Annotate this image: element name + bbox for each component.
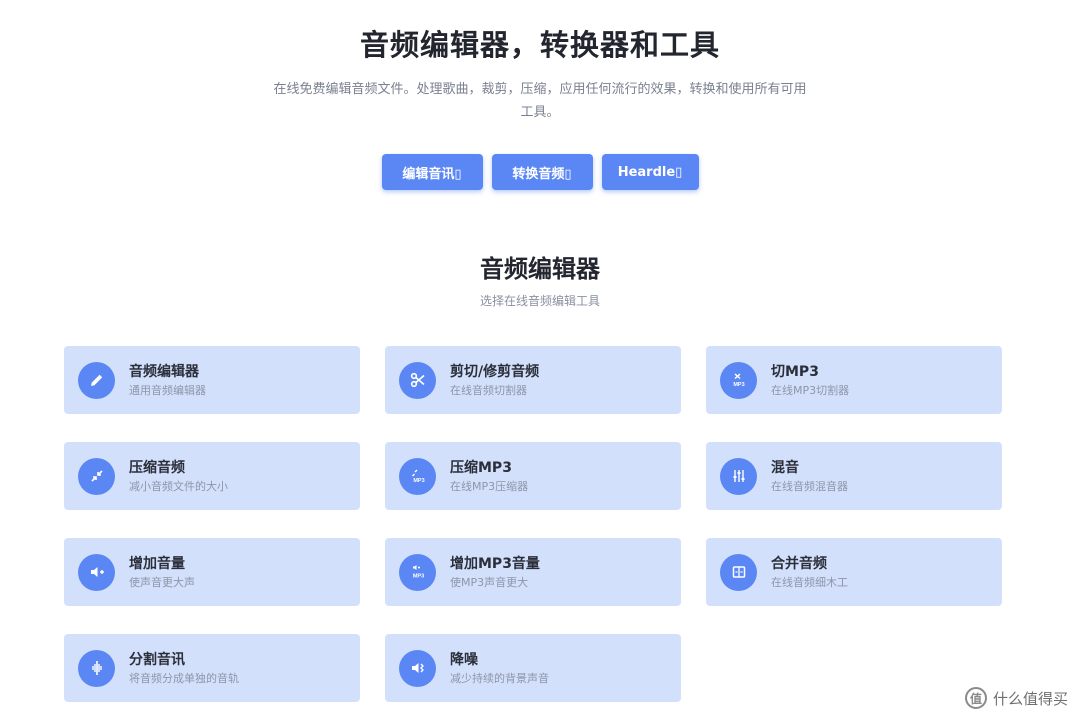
tool-card-title: 压缩音频: [129, 459, 185, 476]
tool-card-increase-mp3-volume[interactable]: MP3 增加MP3音量 使MP3声音更大: [385, 538, 681, 606]
tool-card-subtitle: 将音频分成单独的音轨: [129, 671, 239, 685]
volume-up-icon: [78, 553, 115, 591]
tool-card-subtitle: 在线音频混音器: [771, 479, 848, 493]
tool-card-title: 混音: [771, 459, 799, 476]
tool-grid: 音频编辑器 通用音频编辑器 剪切/修剪音频 在线音频切割器 MP3 切MP3 在…: [64, 346, 1002, 702]
tool-card-split-audio[interactable]: 分割音讯 将音频分成单独的音轨: [64, 634, 360, 702]
mp3-compress-icon: MP3: [399, 457, 436, 495]
svg-text:MP3: MP3: [733, 382, 744, 388]
tool-card-title: 音频编辑器: [129, 363, 199, 380]
tool-card-title: 增加MP3音量: [450, 555, 540, 572]
tool-card-title: 增加音量: [129, 555, 185, 572]
heardle-button[interactable]: Heardle▯: [601, 154, 699, 190]
svg-text:MP3: MP3: [412, 574, 423, 580]
watermark-logo: 值: [964, 687, 987, 709]
tool-card-increase-volume[interactable]: 增加音量 使声音更大声: [64, 538, 360, 606]
tool-card-title: 降噪: [450, 651, 478, 668]
tool-card-subtitle: 使声音更大声: [129, 575, 195, 589]
tool-card-subtitle: 减少持续的背景声音: [450, 671, 549, 685]
tool-card-audio-editor[interactable]: 音频编辑器 通用音频编辑器: [64, 346, 360, 414]
tool-card-title: 压缩MP3: [450, 459, 512, 476]
convert-audio-button[interactable]: 转换音频▯: [491, 154, 593, 190]
merge-icon: [720, 553, 757, 591]
tool-card-compress-audio[interactable]: 压缩音频 减小音频文件的大小: [64, 442, 360, 510]
tool-card-subtitle: 使MP3声音更大: [450, 575, 529, 589]
tool-card-subtitle: 通用音频编辑器: [129, 383, 206, 397]
tool-card-cut-mp3[interactable]: MP3 切MP3 在线MP3切割器: [706, 346, 1002, 414]
svg-text:MP3: MP3: [413, 478, 424, 484]
tool-card-subtitle: 在线MP3切割器: [771, 383, 850, 397]
section-title: 音频编辑器: [480, 255, 600, 283]
split-icon: [78, 649, 115, 687]
tool-card-mixer[interactable]: 混音 在线音频混音器: [706, 442, 1002, 510]
tool-card-title: 剪切/修剪音频: [450, 363, 540, 380]
mp3-cut-icon: MP3: [720, 361, 757, 399]
compress-icon: [78, 457, 115, 495]
tool-card-compress-mp3[interactable]: MP3 压缩MP3 在线MP3压缩器: [385, 442, 681, 510]
tool-card-title: 切MP3: [771, 363, 819, 380]
tool-card-merge-audio[interactable]: 合并音频 在线音频细木工: [706, 538, 1002, 606]
tool-card-subtitle: 减小音频文件的大小: [129, 479, 228, 493]
watermark-text: 什么值得买: [992, 689, 1068, 708]
pencil-icon: [78, 361, 115, 399]
page-description: 在线免费编辑音频文件。处理歌曲，裁剪，压缩，应用任何流行的效果，转换和使用所有可…: [273, 82, 807, 120]
page-title: 音频编辑器，转换器和工具: [359, 28, 720, 62]
mixer-icon: [720, 457, 757, 495]
action-buttons: 编辑音讯▯ 转换音频▯ Heardle▯: [0, 154, 1080, 190]
tool-card-title: 分割音讯: [129, 651, 185, 668]
scissors-icon: [399, 361, 436, 399]
section-subtitle: 选择在线音频编辑工具: [479, 294, 600, 308]
tool-card-subtitle: 在线音频细木工: [771, 575, 848, 589]
tool-card-subtitle: 在线音频切割器: [450, 383, 527, 397]
tool-card-trim-audio[interactable]: 剪切/修剪音频 在线音频切割器: [385, 346, 681, 414]
tool-card-subtitle: 在线MP3压缩器: [450, 479, 529, 493]
edit-audio-button[interactable]: 编辑音讯▯: [381, 154, 483, 190]
watermark: 值 什么值得买: [964, 687, 1068, 709]
noise-reduction-icon: [399, 649, 436, 687]
tool-card-noise-reduction[interactable]: 降噪 减少持续的背景声音: [385, 634, 681, 702]
tool-card-title: 合并音频: [771, 555, 827, 572]
mp3-volume-icon: MP3: [399, 553, 436, 591]
